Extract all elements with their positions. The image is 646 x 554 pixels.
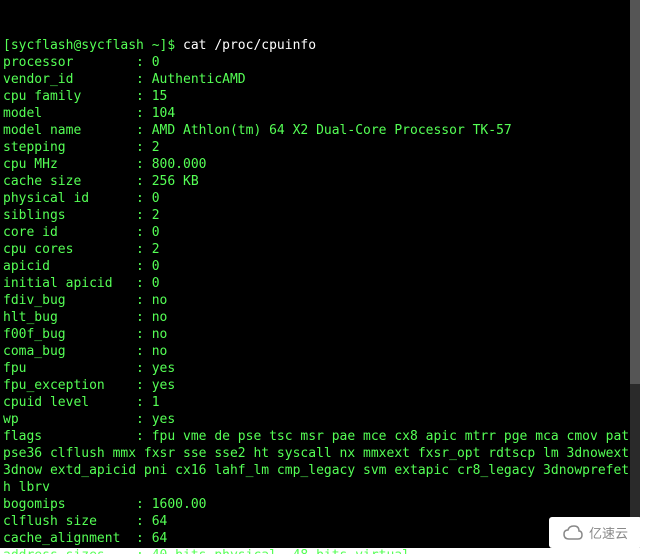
cpuinfo-line: vendor_id : AuthenticAMD — [3, 71, 637, 88]
cpuinfo-line: fpu : yes — [3, 360, 637, 377]
prompt-user-host: [sycflash@sycflash ~]$ — [3, 38, 183, 53]
watermark-text: 亿速云 — [589, 523, 628, 542]
cloud-icon — [563, 525, 583, 541]
watermark-badge: 亿速云 — [549, 517, 642, 548]
cpuinfo-line: bogomips : 1600.00 — [3, 496, 637, 513]
cpuinfo-line: cpu cores : 2 — [3, 241, 637, 258]
cpuinfo-line: core id : 0 — [3, 224, 637, 241]
cpuinfo-line: initial apicid : 0 — [3, 275, 637, 292]
terminal-window[interactable]: [sycflash@sycflash ~]$ cat /proc/cpuinfo… — [0, 0, 640, 548]
cpuinfo-line: stepping : 2 — [3, 139, 637, 156]
cpuinfo-line: coma_bug : no — [3, 343, 637, 360]
cpuinfo-line: hlt_bug : no — [3, 309, 637, 326]
prompt-line: [sycflash@sycflash ~]$ cat /proc/cpuinfo — [3, 37, 637, 54]
cpuinfo-line: wp : yes — [3, 411, 637, 428]
cpuinfo-line: siblings : 2 — [3, 207, 637, 224]
cpuinfo-line: fdiv_bug : no — [3, 292, 637, 309]
prompt-command: cat /proc/cpuinfo — [183, 38, 316, 53]
cpuinfo-line: cache size : 256 KB — [3, 173, 637, 190]
cpuinfo-line: cpu MHz : 800.000 — [3, 156, 637, 173]
cpuinfo-line: fpu_exception : yes — [3, 377, 637, 394]
cpuinfo-line: model name : AMD Athlon(tm) 64 X2 Dual-C… — [3, 122, 637, 139]
cpuinfo-line: address sizes : 40 bits physical, 48 bit… — [3, 547, 637, 554]
cpuinfo-line: flags : fpu vme de pse tsc msr pae mce c… — [3, 428, 637, 496]
scrollbar-track[interactable] — [630, 0, 640, 548]
scrollbar-thumb[interactable] — [630, 0, 640, 384]
cpuinfo-line: cpu family : 15 — [3, 88, 637, 105]
cpuinfo-line: clflush size : 64 — [3, 513, 637, 530]
terminal-output: [sycflash@sycflash ~]$ cat /proc/cpuinfo… — [3, 37, 637, 554]
cpuinfo-line: physical id : 0 — [3, 190, 637, 207]
cpuinfo-line: cache_alignment : 64 — [3, 530, 637, 547]
cpuinfo-line: apicid : 0 — [3, 258, 637, 275]
cpuinfo-line: model : 104 — [3, 105, 637, 122]
cpuinfo-line: processor : 0 — [3, 54, 637, 71]
cpuinfo-line: f00f_bug : no — [3, 326, 637, 343]
cpuinfo-line: cpuid level : 1 — [3, 394, 637, 411]
